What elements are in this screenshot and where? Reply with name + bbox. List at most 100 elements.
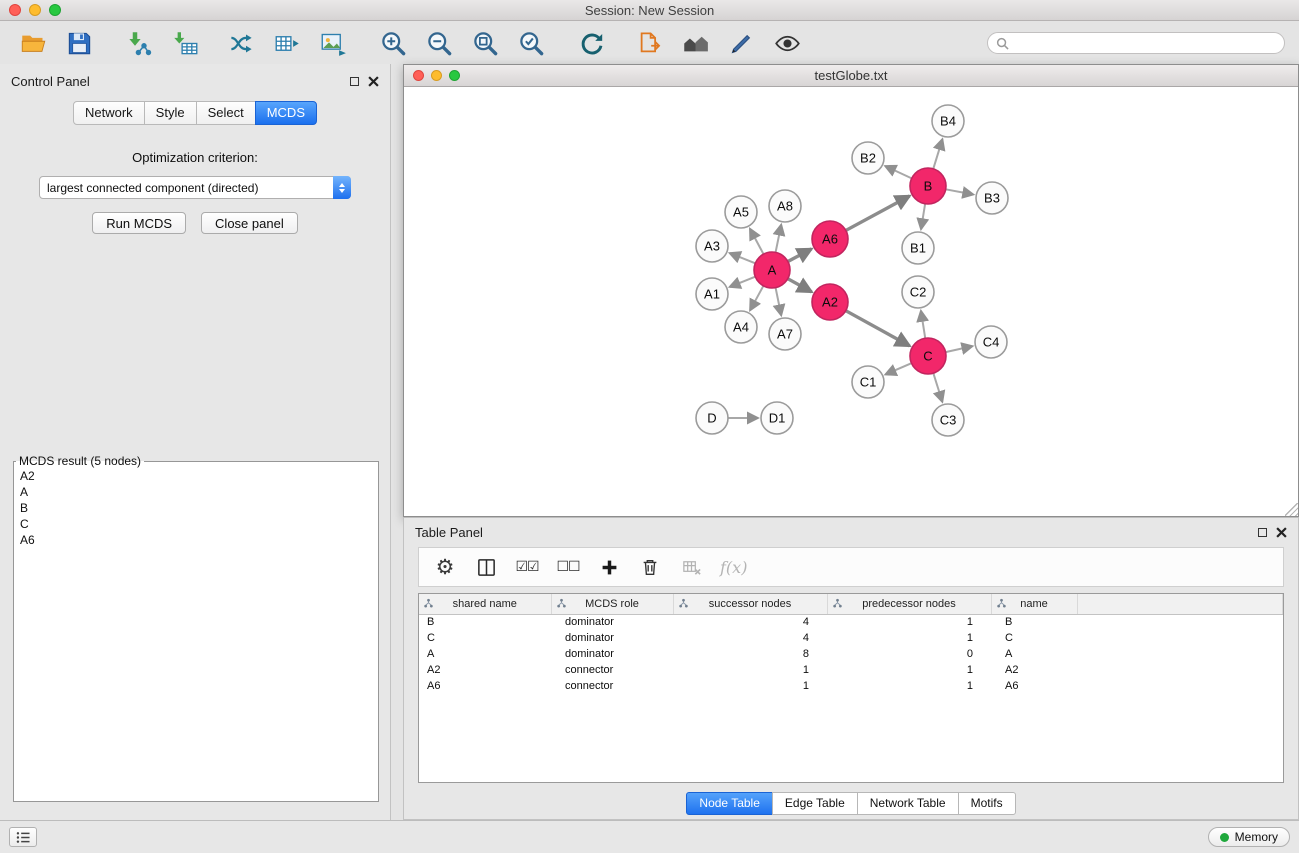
mcds-result-item[interactable]: A6	[14, 532, 378, 548]
close-network-window-button[interactable]	[413, 70, 424, 81]
graph-edge-C-C3[interactable]	[933, 373, 942, 402]
zoom-network-window-button[interactable]	[449, 70, 460, 81]
show-hide-button[interactable]	[770, 26, 804, 60]
table-cell[interactable]: dominator	[551, 614, 673, 630]
delete-row-button[interactable]	[638, 554, 662, 580]
table-cell[interactable]: A6	[991, 678, 1077, 694]
table-cell[interactable]: 0	[827, 646, 991, 662]
open-session-button[interactable]	[16, 26, 50, 60]
import-table-button[interactable]	[168, 26, 202, 60]
graph-edge-A-A1[interactable]	[730, 277, 756, 287]
search-box[interactable]	[987, 32, 1285, 54]
table-cell[interactable]: 1	[673, 678, 827, 694]
column-header-shared-name[interactable]: shared name	[419, 594, 551, 614]
zoom-fit-button[interactable]	[468, 26, 502, 60]
run-mcds-button[interactable]: Run MCDS	[92, 212, 186, 234]
mcds-result-item[interactable]: C	[14, 516, 378, 532]
network-graph[interactable]: B4B2BB3A5A8A6A3B1AC2A1A2A4A7C4CC1C3DD1	[404, 87, 1298, 516]
graph-edge-A-A4[interactable]	[750, 286, 763, 310]
table-cell[interactable]: 8	[673, 646, 827, 662]
overview-button[interactable]	[678, 26, 712, 60]
table-cell[interactable]: 1	[827, 614, 991, 630]
graph-edge-A-A5[interactable]	[750, 229, 764, 254]
graph-edge-A2-C[interactable]	[846, 311, 910, 346]
table-row[interactable]: Adominator80A	[419, 646, 1283, 662]
new-network-button[interactable]	[224, 26, 258, 60]
select-all-button[interactable]: ☑☑	[515, 554, 539, 580]
float-panel-icon[interactable]	[350, 77, 359, 86]
graphics-details-button[interactable]	[724, 26, 758, 60]
graph-edge-C-C1[interactable]	[885, 363, 911, 374]
close-window-button[interactable]	[9, 4, 21, 16]
memory-button[interactable]: Memory	[1208, 827, 1290, 847]
tab-mcds[interactable]: MCDS	[255, 101, 317, 125]
function-builder-button[interactable]: f(x)	[720, 554, 747, 580]
tab-network-table[interactable]: Network Table	[857, 792, 959, 815]
resize-grip[interactable]	[1285, 503, 1298, 516]
column-header-name[interactable]: name	[991, 594, 1077, 614]
tab-edge-table[interactable]: Edge Table	[772, 792, 858, 815]
mcds-result-item[interactable]: A2	[14, 468, 378, 484]
table-cell[interactable]: dominator	[551, 630, 673, 646]
table-cell[interactable]: connector	[551, 678, 673, 694]
mcds-result-item[interactable]: A	[14, 484, 378, 500]
graph-edge-A-A3[interactable]	[730, 253, 756, 263]
zoom-out-button[interactable]	[422, 26, 456, 60]
tab-style[interactable]: Style	[144, 101, 197, 125]
table-cell[interactable]: 1	[827, 662, 991, 678]
table-cell[interactable]: connector	[551, 662, 673, 678]
tab-select[interactable]: Select	[196, 101, 256, 125]
close-table-panel-icon[interactable]	[1276, 527, 1287, 538]
graph-edge-A6-B[interactable]	[846, 196, 910, 230]
close-panel-icon[interactable]	[368, 76, 379, 87]
table-cell[interactable]: dominator	[551, 646, 673, 662]
table-cell[interactable]: 1	[827, 678, 991, 694]
graph-edge-B-B3[interactable]	[946, 189, 974, 194]
zoom-in-button[interactable]	[376, 26, 410, 60]
refresh-button[interactable]	[574, 26, 608, 60]
table-cell[interactable]: 1	[673, 662, 827, 678]
criterion-dropdown[interactable]: largest connected component (directed)	[39, 176, 351, 199]
graph-edge-B-B4[interactable]	[933, 139, 942, 169]
tab-node-table[interactable]: Node Table	[686, 792, 773, 815]
table-cell[interactable]: 4	[673, 630, 827, 646]
network-canvas[interactable]: B4B2BB3A5A8A6A3B1AC2A1A2A4A7C4CC1C3DD1	[404, 87, 1298, 516]
save-session-button[interactable]	[62, 26, 96, 60]
column-header-predecessor-nodes[interactable]: predecessor nodes	[827, 594, 991, 614]
zoom-selected-button[interactable]	[514, 26, 548, 60]
search-input[interactable]	[1014, 36, 1276, 50]
table-cell[interactable]: A2	[991, 662, 1077, 678]
table-cell[interactable]: C	[419, 630, 551, 646]
graph-edge-A-A7[interactable]	[776, 288, 782, 316]
zoom-window-button[interactable]	[49, 4, 61, 16]
deselect-all-button[interactable]: ☐☐	[556, 554, 580, 580]
table-cell[interactable]: 1	[827, 630, 991, 646]
table-row[interactable]: Bdominator41B	[419, 614, 1283, 630]
table-row[interactable]: A2connector11A2	[419, 662, 1283, 678]
table-cell[interactable]: B	[419, 614, 551, 630]
table-cell[interactable]: 4	[673, 614, 827, 630]
network-window-titlebar[interactable]: testGlobe.txt	[404, 65, 1298, 87]
table-cell[interactable]: A2	[419, 662, 551, 678]
graph-edge-B-B1[interactable]	[921, 204, 925, 229]
graph-edge-C-C2[interactable]	[921, 311, 925, 338]
minimize-window-button[interactable]	[29, 4, 41, 16]
copy-view-button[interactable]	[632, 26, 666, 60]
table-row[interactable]: A6connector11A6	[419, 678, 1283, 694]
table-cell[interactable]: A	[419, 646, 551, 662]
column-header-successor-nodes[interactable]: successor nodes	[673, 594, 827, 614]
new-table-button[interactable]	[270, 26, 304, 60]
graph-edge-A-A8[interactable]	[776, 225, 782, 253]
graph-edge-C-C4[interactable]	[946, 346, 973, 352]
tab-network[interactable]: Network	[73, 101, 145, 125]
close-mcds-panel-button[interactable]: Close panel	[201, 212, 298, 234]
table-row[interactable]: Cdominator41C	[419, 630, 1283, 646]
mcds-result-item[interactable]: B	[14, 500, 378, 516]
console-button[interactable]	[9, 827, 37, 847]
minimize-network-window-button[interactable]	[431, 70, 442, 81]
show-columns-button[interactable]	[474, 554, 498, 580]
table-cell[interactable]: C	[991, 630, 1077, 646]
table-cell[interactable]: A6	[419, 678, 551, 694]
export-image-button[interactable]	[316, 26, 350, 60]
graph-edge-B-B2[interactable]	[885, 166, 911, 178]
